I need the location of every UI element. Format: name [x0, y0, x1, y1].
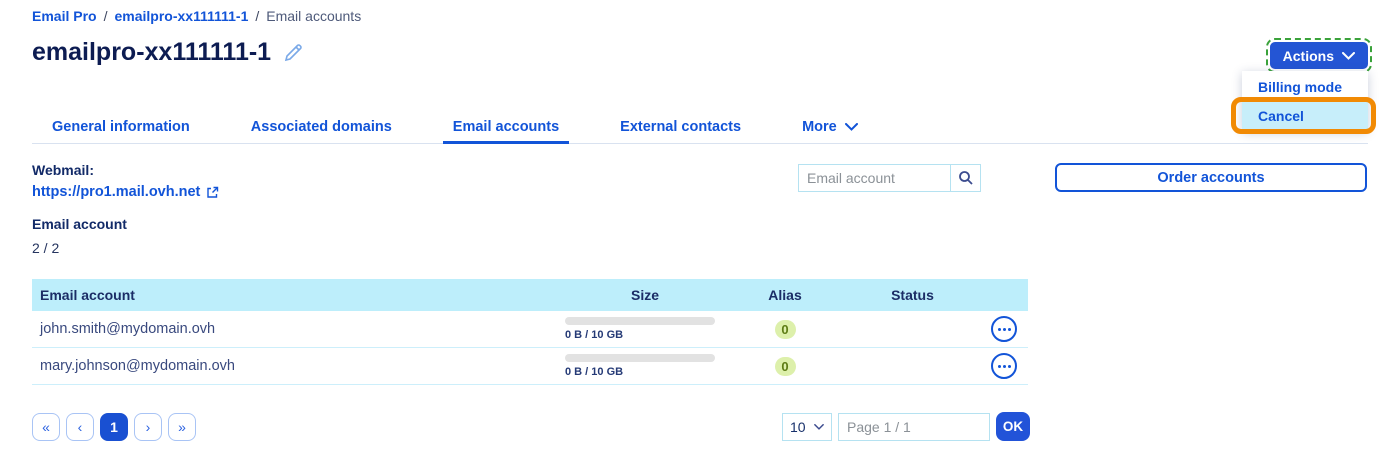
- tab-label: More: [802, 118, 837, 135]
- pagination-prev-button[interactable]: ‹: [66, 413, 94, 441]
- tab-bar: General information Associated domains E…: [32, 110, 1368, 144]
- pagination-last-button[interactable]: »: [168, 413, 196, 441]
- page-size-value: 10: [790, 418, 806, 435]
- row-actions-cell: [980, 353, 1028, 379]
- page-controls: 10 OK: [782, 412, 1030, 441]
- page-number-input[interactable]: [838, 412, 990, 441]
- breadcrumb-email-pro[interactable]: Email Pro: [32, 8, 97, 24]
- webmail-link[interactable]: https://pro1.mail.ovh.net: [32, 184, 200, 200]
- actions-button[interactable]: Actions: [1265, 38, 1373, 73]
- search-icon: [958, 171, 973, 185]
- usage-label: 0 B / 10 GB: [565, 329, 624, 341]
- tab-label: Associated domains: [250, 118, 392, 135]
- table-header-row: Email account Size Alias Status: [32, 279, 1028, 311]
- tab-email-accounts[interactable]: Email accounts: [442, 110, 570, 144]
- email-address: john.smith@mydomain.ovh: [40, 321, 216, 337]
- pagination: « ‹ 1 › »: [32, 413, 196, 441]
- alias-cell: 0: [725, 356, 845, 376]
- usage-progress-bar: [565, 317, 715, 325]
- size-cell: 0 B / 10 GB: [565, 354, 725, 378]
- search-button[interactable]: [950, 164, 981, 192]
- service-info: Webmail: https://pro1.mail.ovh.net Email…: [32, 161, 219, 256]
- page-size-select[interactable]: 10: [782, 412, 832, 441]
- column-header-size: Size: [630, 287, 659, 303]
- breadcrumb-service[interactable]: emailpro-xx111111-1: [114, 8, 248, 24]
- column-header-alias: Alias: [768, 287, 802, 303]
- row-actions-ellipsis-button[interactable]: [991, 316, 1017, 342]
- chevron-down-icon: [814, 423, 824, 430]
- search-input[interactable]: [798, 164, 950, 192]
- search-group: [798, 164, 981, 192]
- pagination-first-button[interactable]: «: [32, 413, 60, 441]
- menu-item-cancel[interactable]: Cancel: [1242, 101, 1368, 131]
- order-accounts-button[interactable]: Order accounts: [1055, 163, 1367, 192]
- email-pro-page: Email Pro / emailpro-xx111111-1 / Email …: [0, 0, 1400, 468]
- title-row: emailpro-xx111111-1: [32, 38, 303, 67]
- alias-count-badge: 0: [774, 356, 796, 376]
- tab-associated-domains[interactable]: Associated domains: [241, 110, 402, 143]
- tab-general-information[interactable]: General information: [42, 110, 200, 143]
- breadcrumb: Email Pro / emailpro-xx111111-1 / Email …: [32, 8, 361, 24]
- email-address: mary.johnson@mydomain.ovh: [40, 358, 235, 374]
- webmail-link-row: https://pro1.mail.ovh.net: [32, 184, 219, 200]
- tab-label: General information: [52, 118, 190, 135]
- pagination-page-1-button[interactable]: 1: [100, 413, 128, 441]
- table-row: mary.johnson@mydomain.ovh 0 B / 10 GB 0: [32, 348, 1028, 385]
- webmail-label: Webmail:: [32, 162, 94, 178]
- tab-label: External contacts: [620, 118, 742, 135]
- breadcrumb-separator: /: [103, 8, 108, 24]
- email-account-label: Email account: [32, 216, 127, 232]
- usage-progress-bar: [565, 354, 715, 362]
- table-row: john.smith@mydomain.ovh 0 B / 10 GB 0: [32, 311, 1028, 348]
- tab-label: Email accounts: [452, 118, 560, 135]
- row-actions-ellipsis-button[interactable]: [991, 353, 1017, 379]
- actions-button-label: Actions: [1282, 47, 1334, 64]
- page-title: emailpro-xx111111-1: [32, 38, 272, 66]
- alias-cell: 0: [725, 319, 845, 339]
- row-actions-cell: [980, 316, 1028, 342]
- actions-menu: Billing mode Cancel: [1242, 71, 1368, 131]
- usage-label: 0 B / 10 GB: [565, 366, 624, 378]
- column-header-status: Status: [891, 287, 934, 303]
- chevron-down-icon: [1342, 51, 1355, 60]
- tab-external-contacts[interactable]: External contacts: [610, 110, 751, 143]
- chevron-down-icon: [844, 122, 858, 131]
- tab-more[interactable]: More: [792, 110, 868, 143]
- edit-pencil-icon[interactable]: [283, 43, 303, 63]
- size-cell: 0 B / 10 GB: [565, 317, 725, 341]
- email-account-count: 2 / 2: [32, 240, 60, 256]
- breadcrumb-current: Email accounts: [266, 8, 362, 24]
- external-link-icon: [207, 186, 219, 198]
- breadcrumb-separator: /: [255, 8, 260, 24]
- pagination-ok-button[interactable]: OK: [996, 412, 1030, 441]
- menu-item-billing-mode[interactable]: Billing mode: [1242, 73, 1368, 101]
- pagination-next-button[interactable]: ›: [134, 413, 162, 441]
- email-accounts-table: Email account Size Alias Status john.smi…: [32, 279, 1028, 385]
- alias-count-badge: 0: [774, 319, 796, 339]
- column-header-email: Email account: [40, 287, 135, 303]
